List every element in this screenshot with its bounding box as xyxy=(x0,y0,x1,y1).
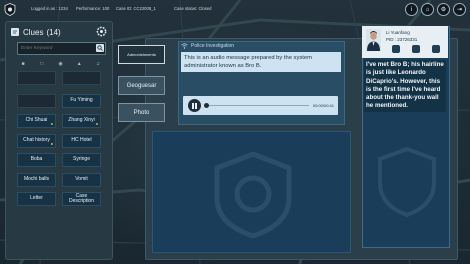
clue-item-syringe[interactable]: Syringe xyxy=(62,153,101,167)
performance-text: Performance: 100 xyxy=(76,6,110,11)
clues-count: (14) xyxy=(46,27,61,37)
search-icon xyxy=(97,45,103,51)
tab-photo[interactable]: Photo xyxy=(118,103,165,122)
clues-header: Clues (14) xyxy=(10,24,61,40)
police-badge-watermark xyxy=(214,152,292,238)
clue-item-chat-history[interactable]: Chat history xyxy=(17,134,56,148)
info-icon[interactable]: i xyxy=(405,3,418,16)
document-header: Police Investigation xyxy=(181,41,234,50)
clues-title: Clues xyxy=(23,27,44,37)
document-text: This is an audio message prepared by the… xyxy=(181,52,341,73)
character-name: Li Yuanfang xyxy=(386,30,410,35)
wifi-icon xyxy=(181,42,188,49)
logged-in-text: Logged in as : 1234 xyxy=(31,6,68,11)
share-icon[interactable] xyxy=(432,45,440,53)
clue-item[interactable] xyxy=(62,71,101,85)
case-id-text: Case ID: CC22008_1 xyxy=(116,6,156,11)
tab-geoguesser[interactable]: Geoguesar xyxy=(118,76,165,95)
clue-item-chi-shuai[interactable]: Chi Shuai xyxy=(17,114,56,128)
audio-icon[interactable]: ♫ xyxy=(92,61,104,67)
clue-item[interactable] xyxy=(17,71,56,85)
police-badge-icon xyxy=(4,3,16,16)
clue-item-zhang-xinyi[interactable]: Zhang Xinyi xyxy=(62,114,101,128)
document-title: Police Investigation xyxy=(191,42,235,49)
audio-time: 00:00/00:41 xyxy=(312,103,334,108)
pause-button[interactable] xyxy=(188,99,201,112)
avatar xyxy=(366,29,381,51)
search-box xyxy=(17,42,106,55)
profile-icon[interactable] xyxy=(392,45,400,53)
evidence-panel xyxy=(152,131,351,253)
item-icon[interactable]: ▲ xyxy=(73,61,85,67)
character-speech: I've met Bro B; his hairline is just lik… xyxy=(364,60,446,112)
location-icon[interactable]: ◉ xyxy=(55,61,67,67)
clue-filter-bar: ■ □ ◉ ▲ ♫ xyxy=(17,61,104,67)
character-pid: PID : 23726331 xyxy=(386,37,418,42)
clue-item[interactable] xyxy=(17,94,56,108)
home-icon[interactable]: ⌂ xyxy=(421,3,434,16)
clue-item-boba[interactable]: Boba xyxy=(17,153,56,167)
audio-track[interactable] xyxy=(205,105,309,106)
audio-player: 00:00/00:41 xyxy=(183,96,338,115)
police-badge-watermark xyxy=(378,147,436,217)
person-icon[interactable]: ■ xyxy=(17,61,29,67)
clue-item-mochi-balls[interactable]: Mochi balls xyxy=(17,173,56,187)
clues-icon xyxy=(11,28,19,36)
audio-scrubber[interactable] xyxy=(204,103,209,108)
clue-item-fu-yiming[interactable]: Fu Yiming xyxy=(62,94,101,108)
clue-item-vomit[interactable]: Vomit xyxy=(62,173,101,187)
character-header: Li Yuanfang PID : 23726331 xyxy=(362,26,448,58)
settings-icon[interactable]: ⚙ xyxy=(437,3,450,16)
case-status-text: Case status: Closed xyxy=(174,6,212,11)
gear-icon[interactable] xyxy=(96,26,107,37)
search-input[interactable] xyxy=(21,44,91,53)
top-bar: Logged in as : 1234 Performance: 100 Cas… xyxy=(0,0,470,18)
clue-item-hc-hotel[interactable]: HC Hotel xyxy=(62,134,101,148)
notes-icon[interactable] xyxy=(412,45,420,53)
exit-icon[interactable]: ⇥ xyxy=(453,3,466,16)
clue-item-letter[interactable]: Letter xyxy=(17,192,56,206)
search-button[interactable] xyxy=(96,44,104,52)
tab-admonishments[interactable]: Admonishments xyxy=(118,45,165,64)
document-icon[interactable]: □ xyxy=(36,61,48,67)
clue-item-case-description[interactable]: Case Description xyxy=(62,192,101,206)
